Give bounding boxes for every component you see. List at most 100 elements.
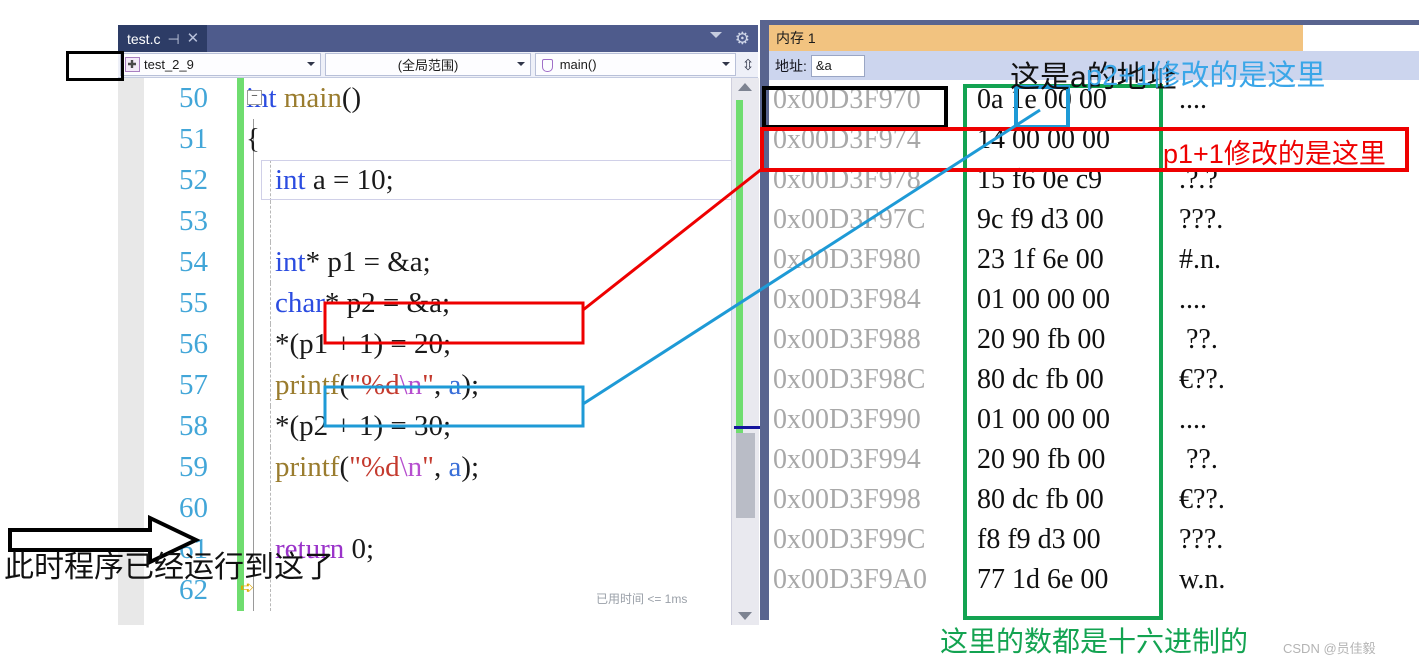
memory-row[interactable]: 0x00D3F988 20 90 fb 00 ??. — [769, 320, 1419, 360]
editor-tab-label: test.c — [127, 30, 161, 47]
indent-guide — [270, 488, 272, 529]
code-line[interactable]: 57 printf("%d\n", a); — [118, 365, 731, 406]
memory-window: 内存 1 地址: &a 0x00D3F970 0a 1e 00 00.... 0x0… — [760, 20, 1419, 620]
code-token: , — [434, 369, 449, 401]
memory-row-ascii: ??. — [1179, 324, 1218, 355]
code-line[interactable]: 58 *(p2 + 1) = 30; — [118, 406, 731, 447]
memory-row-hex: 9c f9 d3 00 — [977, 204, 1104, 235]
scope-dropdown-label: (全局范围) — [397, 58, 459, 73]
memory-row[interactable]: 0x00D3F97C 9c f9 d3 00???. — [769, 200, 1419, 240]
code-token: 20 — [414, 328, 444, 360]
memory-row-address: 0x00D3F9A0 — [773, 564, 928, 595]
code-editor-window: test.c ⊣ ✕ ⚙ test_2_9 (全局范围) main() ⇳ 50… — [118, 25, 782, 625]
gear-icon[interactable]: ⚙ — [735, 29, 750, 48]
pin-icon[interactable]: ⊣ — [167, 32, 179, 46]
line-change-bar — [237, 488, 244, 529]
memory-row[interactable]: 0x00D3F980 23 1f 6e 00 #.n. — [769, 240, 1419, 280]
code-token: " — [422, 451, 435, 483]
line-number: 50 — [179, 82, 208, 114]
editor-tab-test-c[interactable]: test.c ⊣ ✕ — [118, 25, 208, 52]
project-dropdown[interactable]: test_2_9 — [120, 53, 322, 76]
memory-row-ascii: w.n. — [1179, 564, 1226, 595]
line-change-bar — [237, 365, 244, 406]
memory-row-ascii: ???. — [1179, 524, 1224, 555]
scope-dropdown[interactable]: (全局范围) — [325, 53, 531, 76]
memory-window-tab-label: 内存 1 — [776, 30, 816, 46]
code-line-text: *(p2 + 1) = 30; — [246, 406, 451, 447]
code-token: main — [283, 82, 342, 114]
code-line[interactable]: 60 — [118, 488, 731, 529]
memory-row-address: 0x00D3F988 — [773, 324, 921, 355]
memory-window-tab[interactable]: 内存 1 — [769, 25, 1303, 51]
code-line[interactable]: 59 printf("%d\n", a); — [118, 447, 731, 488]
memory-row-address: 0x00D3F978 — [773, 164, 921, 195]
close-icon[interactable]: ✕ — [187, 31, 200, 46]
code-line-text: printf("%d\n", a); — [246, 365, 479, 406]
code-token: printf — [275, 369, 340, 401]
code-token: char — [275, 287, 325, 319]
memory-row-address: 0x00D3F97C — [773, 204, 926, 235]
code-token: int — [275, 246, 306, 278]
memory-row-address: 0x00D3F998 — [773, 484, 921, 515]
code-line-text: char* p2 = &a; — [246, 283, 450, 324]
code-line[interactable]: 53 — [118, 201, 731, 242]
code-line[interactable]: 56 *(p1 + 1) = 20; — [118, 324, 731, 365]
line-change-bar — [237, 406, 244, 447]
address-input[interactable]: &a — [810, 54, 865, 77]
memory-row-hex: f8 f9 d3 00 — [977, 524, 1101, 555]
memory-row-hex: 15 f6 0e c9 — [977, 164, 1103, 195]
memory-row-ascii: .... — [1179, 284, 1207, 315]
code-token: a — [448, 451, 462, 483]
brace-guide — [253, 201, 254, 242]
code-line[interactable]: 50 int main() — [118, 78, 731, 119]
scrollbar-thumb[interactable] — [736, 433, 755, 518]
code-token: ); — [461, 369, 480, 401]
code-token: ; — [366, 533, 375, 565]
memory-row[interactable]: 0x00D3F990 01 00 00 00.... — [769, 400, 1419, 440]
scroll-down-arrow-icon[interactable] — [738, 612, 752, 620]
memory-row[interactable]: 0x00D3F9A0 77 1d 6e 00 w.n. — [769, 560, 1419, 600]
code-token: \n — [399, 369, 423, 401]
scroll-up-arrow-icon[interactable] — [738, 83, 752, 91]
code-token: \n — [399, 451, 423, 483]
chevron-down-icon — [516, 62, 525, 66]
line-change-bar — [237, 324, 244, 365]
code-line-text: int* p1 = &a; — [246, 242, 431, 283]
editor-vertical-scrollbar[interactable] — [731, 78, 782, 625]
indent-guide — [270, 201, 272, 242]
memory-row-hex: 20 90 fb 00 — [977, 444, 1106, 475]
code-line[interactable]: 51 { — [118, 119, 731, 160]
memory-row-address: 0x00D3F980 — [773, 244, 921, 275]
brace-guide — [253, 488, 254, 529]
memory-row[interactable]: 0x00D3F98C 80 dc fb 00 €??. — [769, 360, 1419, 400]
code-token: , — [434, 451, 449, 483]
memory-row-hex: 80 dc fb 00 — [977, 484, 1104, 515]
code-line[interactable]: 54 int* p1 = &a; — [118, 242, 731, 283]
chevron-down-icon — [722, 62, 731, 66]
chevron-down-icon[interactable] — [710, 32, 722, 38]
code-line[interactable]: 55 char* p2 = &a; — [118, 283, 731, 324]
line-number: 55 — [179, 287, 208, 319]
code-token: () — [341, 82, 362, 114]
function-dropdown-label: main() — [559, 57, 597, 72]
memory-row-address: 0x00D3F974 — [773, 124, 921, 155]
split-window-icon[interactable]: ⇳ — [738, 54, 758, 75]
memory-row-hex: 20 90 fb 00 — [977, 324, 1106, 355]
memory-row[interactable]: 0x00D3F994 20 90 fb 00 ??. — [769, 440, 1419, 480]
collapse-region-icon[interactable]: − — [247, 90, 262, 105]
line-change-bar — [237, 447, 244, 488]
function-dropdown[interactable]: main() — [534, 53, 737, 76]
watermark-label: CSDN @员佳毅 — [1283, 641, 1376, 656]
memory-row[interactable]: 0x00D3F998 80 dc fb 00 €??. — [769, 480, 1419, 520]
code-token: { — [246, 123, 260, 155]
memory-row[interactable]: 0x00D3F99C f8 f9 d3 00???. — [769, 520, 1419, 560]
code-token: "%d — [349, 369, 400, 401]
code-token: " — [422, 369, 435, 401]
line-change-bar — [237, 283, 244, 324]
memory-row-address: 0x00D3F994 — [773, 444, 921, 475]
memory-row[interactable]: 0x00D3F984 01 00 00 00.... — [769, 280, 1419, 320]
